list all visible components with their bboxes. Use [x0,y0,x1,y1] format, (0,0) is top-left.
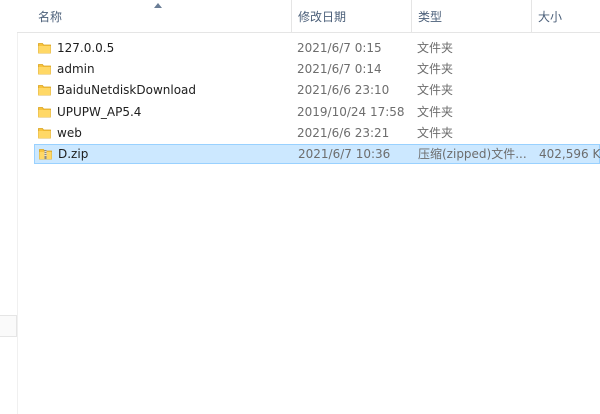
column-header-size[interactable]: 大小 [532,0,600,32]
column-header-bar: 名称 修改日期 类型 大小 [17,0,600,33]
file-row[interactable]: admin 2021/6/7 0:14 文件夹 [34,59,600,79]
file-date: 2021/6/7 10:36 [298,146,391,161]
file-row-selected[interactable]: D.zip 2021/6/7 10:36 压缩(zipped)文件... 402… [34,143,600,164]
navigation-pane-item[interactable] [0,315,17,337]
file-type: 文件夹 [417,125,454,140]
file-type: 文件夹 [417,62,454,77]
folder-icon [38,85,51,96]
file-name: UPUPW_AP5.4 [57,104,142,119]
file-name: D.zip [58,146,89,161]
file-date: 2021/6/7 0:14 [297,62,382,77]
file-date: 2021/6/6 23:10 [297,83,390,98]
column-header-name[interactable]: 名称 [32,0,292,32]
file-row[interactable]: BaiduNetdiskDownload 2021/6/6 23:10 文件夹 [34,80,600,100]
sort-ascending-icon [154,3,162,8]
file-name: admin [57,62,95,77]
file-name: 127.0.0.5 [57,41,115,55]
file-date: 2021/6/6 23:21 [297,125,390,140]
file-type: 压缩(zipped)文件... [418,146,527,161]
file-row[interactable]: web 2021/6/6 23:21 文件夹 [34,123,600,143]
file-type: 文件夹 [417,104,454,119]
zip-folder-icon [39,149,52,160]
file-name: web [57,125,82,140]
file-type: 文件夹 [417,83,454,98]
folder-icon [38,43,51,54]
folder-icon [38,64,51,75]
navigation-pane[interactable] [0,0,18,414]
column-header-date[interactable]: 修改日期 [292,0,412,32]
column-header-type[interactable]: 类型 [412,0,532,32]
folder-icon [38,127,51,139]
file-row[interactable]: 127.0.0.5 2021/6/7 0:15 文件夹 [34,38,600,58]
file-date: 2019/10/24 17:58 [297,104,405,119]
file-row[interactable]: UPUPW_AP5.4 2019/10/24 17:58 文件夹 [34,102,600,122]
folder-icon [38,106,51,117]
file-list: 127.0.0.5 2021/6/7 0:15 文件夹 admin 2021/6… [34,38,600,165]
file-date: 2021/6/7 0:15 [297,41,382,55]
file-type: 文件夹 [417,41,454,55]
file-name: BaiduNetdiskDownload [57,83,197,98]
file-size: 402,596 KB [539,146,600,161]
